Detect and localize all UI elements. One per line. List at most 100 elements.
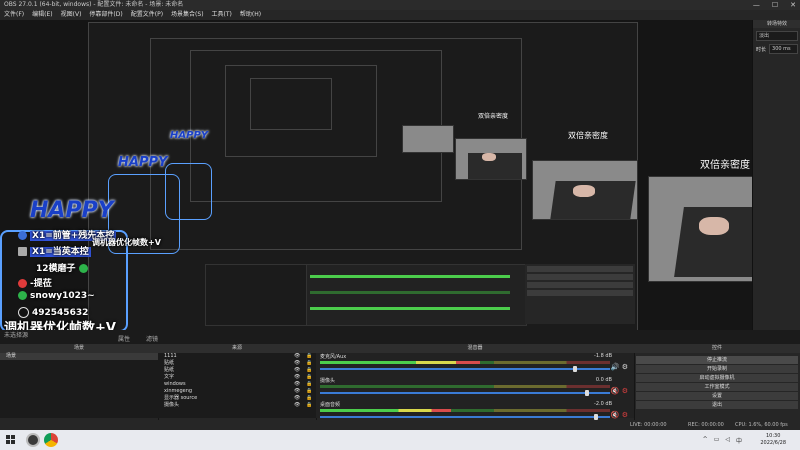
start-recording-button[interactable]: 开始录制 [636,365,798,373]
overlay-footer-small: 调机器优化帧数+V [92,238,161,247]
settings-button[interactable]: 设置 [636,392,798,400]
windows-start-icon[interactable] [6,435,16,445]
keyboard-icon [18,247,27,256]
chrome-taskbar-icon[interactable] [44,433,58,447]
network-icon[interactable]: ▭ [714,436,720,445]
overlay-contact: snowy1023~ [18,291,95,301]
window-title: OBS 27.0.1 (64-bit, windows) - 配置文件: 未命名… [4,1,184,8]
windows-taskbar: ^ ▭ ◁ 中 10:30 2022/6/28 [0,430,800,450]
minimize-button[interactable]: — [753,0,760,10]
source-item[interactable]: 摄像头 👁 🔒 [158,402,316,409]
clock-date: 2022/6/28 [760,440,786,446]
muted-speaker-icon[interactable]: 🔇 ⚙ [611,387,628,395]
ime-indicator[interactable]: 中 [736,436,742,445]
lock-icon: 🔒 [306,395,313,401]
overlay-happy-small: HAPPY [118,155,168,170]
properties-button[interactable]: 属性 [118,334,130,343]
menu-help[interactable]: 帮助(H) [240,10,261,20]
channel-db: -1.8 dB [594,353,612,359]
source-item[interactable]: windows 👁 🔒 [158,381,316,388]
wechat-icon [78,264,88,273]
maximize-button[interactable]: ☐ [772,0,778,10]
title-bar: OBS 27.0.1 (64-bit, windows) - 配置文件: 未命名… [0,0,800,10]
camera-feed-tiny [402,125,454,153]
channel-db: -2.0 dB [594,401,612,407]
mixer-channel: 麦克风/Aux -1.8 dB 🔊 ⚙ [316,353,634,377]
source-item[interactable]: 文字 👁 🔒 [158,374,316,381]
eye-icon: 👁 [294,388,301,394]
sources-title: 来源 [158,344,316,353]
mobile-icon [18,231,27,240]
status-bar: LIVE: 00:00:00 REC: 00:00:00 CPU: 1.6%, … [0,420,800,430]
volume-knob[interactable] [585,390,589,396]
lock-icon: 🔒 [306,402,313,408]
menu-tools[interactable]: 工具(T) [212,10,232,20]
controls-dock: 控件 停止推流 开始录制 启动虚拟摄像机 工作室模式 设置 退出 [634,344,800,430]
channel-db: 0.0 dB [595,377,612,383]
volume-slider[interactable] [320,416,610,418]
lock-icon: 🔒 [306,374,313,380]
eye-icon: 👁 [294,381,301,387]
transitions-title: 转场特效 [753,20,800,28]
start-virtual-camera-button[interactable]: 启动虚拟摄像机 [636,374,798,382]
controls-title: 控件 [634,344,800,353]
muted-speaker-icon[interactable]: 🔇 ⚙ [611,411,628,419]
cpu-status: CPU: 1.6%, 60.00 fps [735,422,788,428]
menu-bar: 文件(F) 编辑(E) 视图(V) 停靠部件(D) 配置文件(P) 场景集合(S… [0,10,800,20]
volume-knob[interactable] [573,366,577,372]
transition-select[interactable]: 淡出 [756,31,798,41]
overlay-line-2: X1=当英本控 [18,244,91,257]
chevron-up-icon[interactable]: ^ [703,436,708,445]
studio-mode-button[interactable]: 工作室模式 [636,383,798,391]
level-meter-fill [320,361,480,364]
menu-docks[interactable]: 停靠部件(D) [89,10,122,20]
menu-view[interactable]: 视图(V) [61,10,82,20]
scenes-list: 场景 [0,353,158,418]
stop-streaming-button[interactable]: 停止推流 [636,356,798,364]
volume-icon[interactable]: ◁ [725,436,730,445]
source-item[interactable]: xinmegeng 👁 🔒 [158,388,316,395]
docks-area: 场景 场景 + − ⌃ ⌄ 来源 1111👁🔒 贴纸👁🔒 贴纸👁🔒 文字👁🔒 w… [0,344,800,430]
duration-input[interactable]: 300 ms [769,44,798,54]
scene-item[interactable]: 场景 [0,353,158,360]
camera-label-small: 双倍亲密度 [478,113,509,120]
source-item[interactable]: 显示器 source 👁 🔒 [158,395,316,402]
wechat-icon [18,291,27,300]
menu-profile[interactable]: 配置文件(P) [131,10,163,20]
nested-obs-window-5 [250,78,332,130]
mixer-title: 混音器 [316,344,634,353]
speaker-icon[interactable]: 🔊 ⚙ [611,363,628,371]
menu-scene-collection[interactable]: 场景集合(S) [171,10,204,20]
source-item[interactable]: 1111 👁 🔒 [158,353,316,360]
overlay-footer: 调机器优化帧数+V [4,321,116,330]
camera-label-medium: 双倍亲密度 [568,131,608,140]
eye-icon: 👁 [294,353,301,359]
preview-canvas[interactable]: 双倍亲密度 双倍亲密度 双倍亲密度 HAPPY HAPPY HAPPY X1=前… [0,20,752,330]
menu-edit[interactable]: 编辑(E) [32,10,52,20]
overlay-box-tiny [165,163,212,220]
exit-button[interactable]: 退出 [636,401,798,409]
menu-file[interactable]: 文件(F) [4,10,24,20]
volume-slider[interactable] [320,368,610,370]
scenes-dock: 场景 场景 + − ⌃ ⌄ [0,344,159,430]
level-meter-fill [320,409,451,412]
channel-name: 麦克风/Aux [320,354,347,360]
clock-time: 10:30 [765,433,781,439]
level-meter [320,385,610,388]
mixer-dock: 混音器 麦克风/Aux -1.8 dB 🔊 ⚙ 摄像头 0.0 dB 🔇 ⚙ 桌… [316,344,635,430]
source-item[interactable]: 贴纸 👁 🔒 [158,360,316,367]
obs-taskbar-icon[interactable] [26,433,40,447]
nested-mixer [305,264,527,326]
close-button[interactable]: ✕ [790,0,796,10]
clock[interactable]: 10:30 2022/6/28 [760,433,786,447]
duration-label: 时长 [756,46,767,53]
scenes-title: 场景 [0,344,158,353]
eye-icon: 👁 [294,374,301,380]
filters-button[interactable]: 滤镜 [146,334,158,343]
obs-window: OBS 27.0.1 (64-bit, windows) - 配置文件: 未命名… [0,0,800,450]
volume-slider[interactable] [320,392,610,394]
mixer-channel: 摄像头 0.0 dB 🔇 ⚙ [316,377,634,401]
overlay-happy-main: HAPPY [30,198,114,223]
source-item[interactable]: 贴纸 👁 🔒 [158,367,316,374]
system-tray: ^ ▭ ◁ 中 [703,436,742,445]
